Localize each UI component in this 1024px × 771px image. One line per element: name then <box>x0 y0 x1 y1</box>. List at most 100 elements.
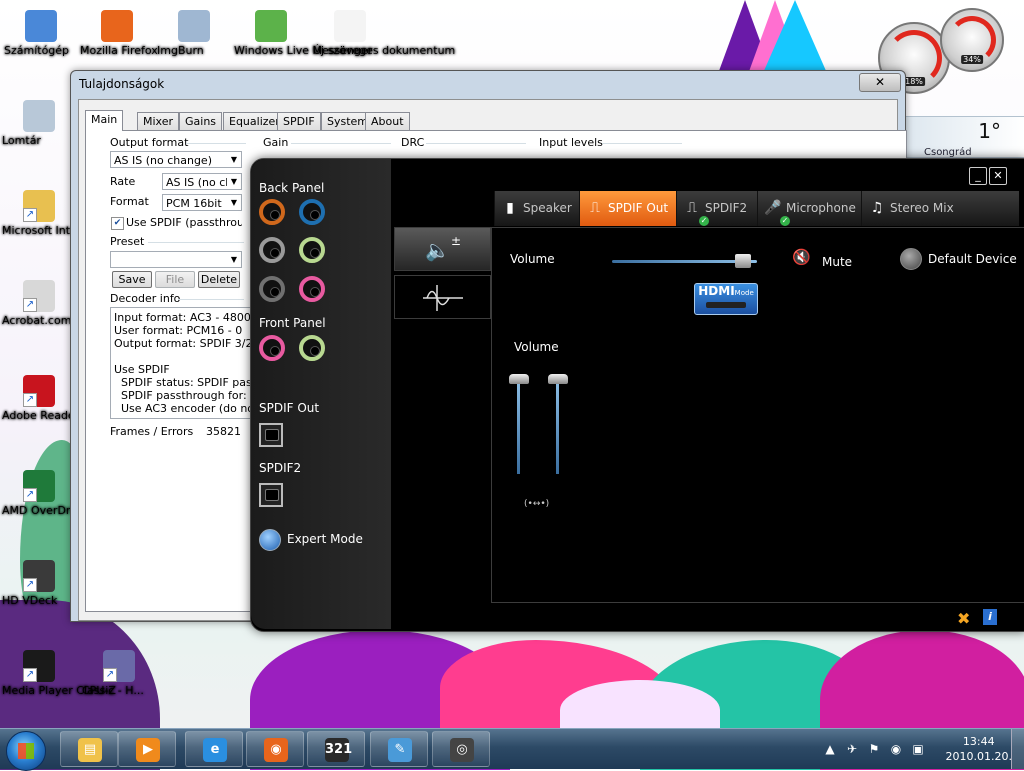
save-button[interactable]: Save <box>112 271 152 288</box>
desktop-icon-label: Media Player Classic - H... <box>2 684 144 697</box>
desktop-icon[interactable]: Windows Live Messenger <box>234 10 372 57</box>
clock[interactable]: 13:44 2010.01.20. <box>946 734 1012 764</box>
speaker-icon: ▮ <box>506 200 514 216</box>
waveform-button[interactable] <box>394 275 491 319</box>
taskbar-button[interactable]: ◎ <box>432 731 490 767</box>
tab-speaker[interactable]: ▮ Speaker <box>494 191 579 226</box>
tools-icon[interactable]: ✖ <box>957 609 970 628</box>
tab-stereo-mix[interactable]: ♫ Stereo Mix <box>861 191 971 226</box>
rate-select[interactable]: AS IS (no ch ▼ <box>162 173 242 190</box>
taskbar-button[interactable]: ◉ <box>246 731 304 767</box>
tab-main[interactable]: Main <box>85 110 124 131</box>
default-device-label: Default Device <box>928 252 1017 266</box>
desktop-icon[interactable]: AMD OverDrive <box>2 470 87 517</box>
desktop-icon[interactable]: ImgBurn <box>157 10 231 57</box>
cpu-gauge-value: 18% <box>903 77 925 86</box>
optical-port-icon[interactable] <box>259 423 283 447</box>
memory-gauge-gadget[interactable]: 34% <box>940 8 1004 72</box>
spdif-out-panel: Volume 🔇 Mute Default Device HDMIMode Vo… <box>491 227 1024 603</box>
start-button[interactable] <box>6 731 46 771</box>
messenger-icon <box>255 10 287 42</box>
desktop-icon[interactable]: Microsoft IntelliPoint <box>2 190 113 237</box>
format-label: Format <box>110 195 149 208</box>
network-icon[interactable]: ▣ <box>910 741 926 757</box>
optical-port-icon[interactable] <box>259 483 283 507</box>
waveform-icon <box>423 285 463 311</box>
preset-select[interactable]: ▼ <box>110 251 242 268</box>
audio-jack-icon[interactable] <box>259 276 285 302</box>
tab-microphone[interactable]: 🎤 Microphone ✓ <box>757 191 861 226</box>
slider-thumb[interactable] <box>548 374 568 384</box>
tab-spdif2[interactable]: ⎍ SPDIF2 ✓ <box>676 191 757 226</box>
music-note-icon: ♫ <box>870 200 884 216</box>
mute-speaker-icon[interactable]: 🔇 <box>792 248 811 266</box>
close-button[interactable]: ✕ <box>989 167 1007 185</box>
tab-spdif[interactable]: SPDIF <box>277 112 321 130</box>
link-channels-icon[interactable]: (•↔•) <box>524 499 549 509</box>
audio-jack-icon[interactable] <box>299 237 325 263</box>
rate-value: AS IS (no ch <box>166 176 233 189</box>
tab-spdif-out[interactable]: ⎍ SPDIF Out <box>579 191 676 226</box>
audio-manager-window[interactable]: Back Panel Front Panel SPDIF Out SPDIF2 … <box>250 158 1024 632</box>
spdif-out-side-label: SPDIF Out <box>259 401 320 415</box>
volume-effects-button[interactable]: 🔈 ± <box>394 227 491 271</box>
speaker-volume-icon: 🔈 <box>425 238 450 262</box>
audio-jack-icon[interactable] <box>259 199 285 225</box>
desktop-icon[interactable]: Acrobat.com <box>2 280 76 327</box>
default-device-button[interactable] <box>900 248 922 270</box>
output-format-select[interactable]: AS IS (no change) ▼ <box>110 151 242 168</box>
weather-gadget[interactable]: 1° Csongrád <box>903 116 1024 158</box>
master-volume-slider[interactable] <box>612 254 757 268</box>
desktop-icon[interactable]: Media Player Classic - H... <box>2 650 144 697</box>
hd-vdeck-icon <box>23 560 55 592</box>
left-channel-slider[interactable] <box>509 374 529 474</box>
volume-icon[interactable]: ◉ <box>888 741 904 757</box>
desktop-icon[interactable]: Számítógép <box>4 10 78 57</box>
info-icon[interactable]: i <box>983 609 997 625</box>
use-spdif-checkbox[interactable]: ✔ <box>111 217 124 230</box>
right-channel-slider[interactable] <box>548 374 568 474</box>
desktop-icon[interactable]: HD VDeck <box>2 560 76 607</box>
hdmi-mode-badge[interactable]: HDMIMode <box>694 283 758 315</box>
frames-errors-label: Frames / Errors <box>110 425 194 438</box>
desktop-icon[interactable]: Új szöveges dokumentum <box>313 10 455 57</box>
desktop-icon-label: Acrobat.com <box>2 314 72 327</box>
clock-date: 2010.01.20. <box>945 750 1012 763</box>
show-desktop-button[interactable] <box>1011 729 1024 769</box>
tab-mixer[interactable]: Mixer <box>137 112 180 130</box>
format-select[interactable]: PCM 16bit ▼ <box>162 194 242 211</box>
desktop-icon[interactable]: CPU-Z <box>82 650 156 697</box>
minimize-button[interactable]: _ <box>969 167 987 185</box>
gain-label: Gain <box>263 136 289 149</box>
taskbar-button[interactable]: ▤ <box>60 731 118 767</box>
audio-jack-icon[interactable] <box>299 335 325 361</box>
microphone-icon: 🎤 <box>764 200 782 216</box>
expert-mode-radio[interactable] <box>259 529 281 551</box>
slider-thumb[interactable] <box>735 254 751 268</box>
close-button[interactable]: ✕ <box>859 73 901 92</box>
desktop-icon[interactable]: Lomtár <box>2 100 76 147</box>
tab-about[interactable]: About <box>365 112 410 130</box>
desktop-icon[interactable]: Mozilla Firefox <box>80 10 158 57</box>
taskbar-button[interactable]: ▶ <box>118 731 176 767</box>
airplane-icon[interactable]: ✈ <box>844 741 860 757</box>
file-button[interactable]: File <box>155 271 195 288</box>
hdmi-mode-label: Mode <box>734 289 754 297</box>
audio-jack-icon[interactable] <box>259 335 285 361</box>
tab-gains[interactable]: Gains <box>179 112 223 130</box>
audio-jack-icon[interactable] <box>299 199 325 225</box>
slider-thumb[interactable] <box>509 374 529 384</box>
desktop-icon[interactable]: Adobe Reader 9 <box>2 375 90 422</box>
taskbar-button[interactable]: e <box>185 731 243 767</box>
delete-button[interactable]: Delete <box>198 271 240 288</box>
decoder-info-label: Decoder info <box>110 292 181 305</box>
spdif2-side-label: SPDIF2 <box>259 461 302 475</box>
taskbar-button[interactable]: 321 <box>307 731 365 767</box>
arrow-up-icon[interactable]: ▲ <box>822 741 838 757</box>
flag-icon[interactable]: ⚑ <box>866 741 882 757</box>
audio-jack-icon[interactable] <box>299 276 325 302</box>
adobe-reader-icon <box>23 375 55 407</box>
group-divider <box>426 143 526 144</box>
audio-jack-icon[interactable] <box>259 237 285 263</box>
taskbar-button[interactable]: ✎ <box>370 731 428 767</box>
